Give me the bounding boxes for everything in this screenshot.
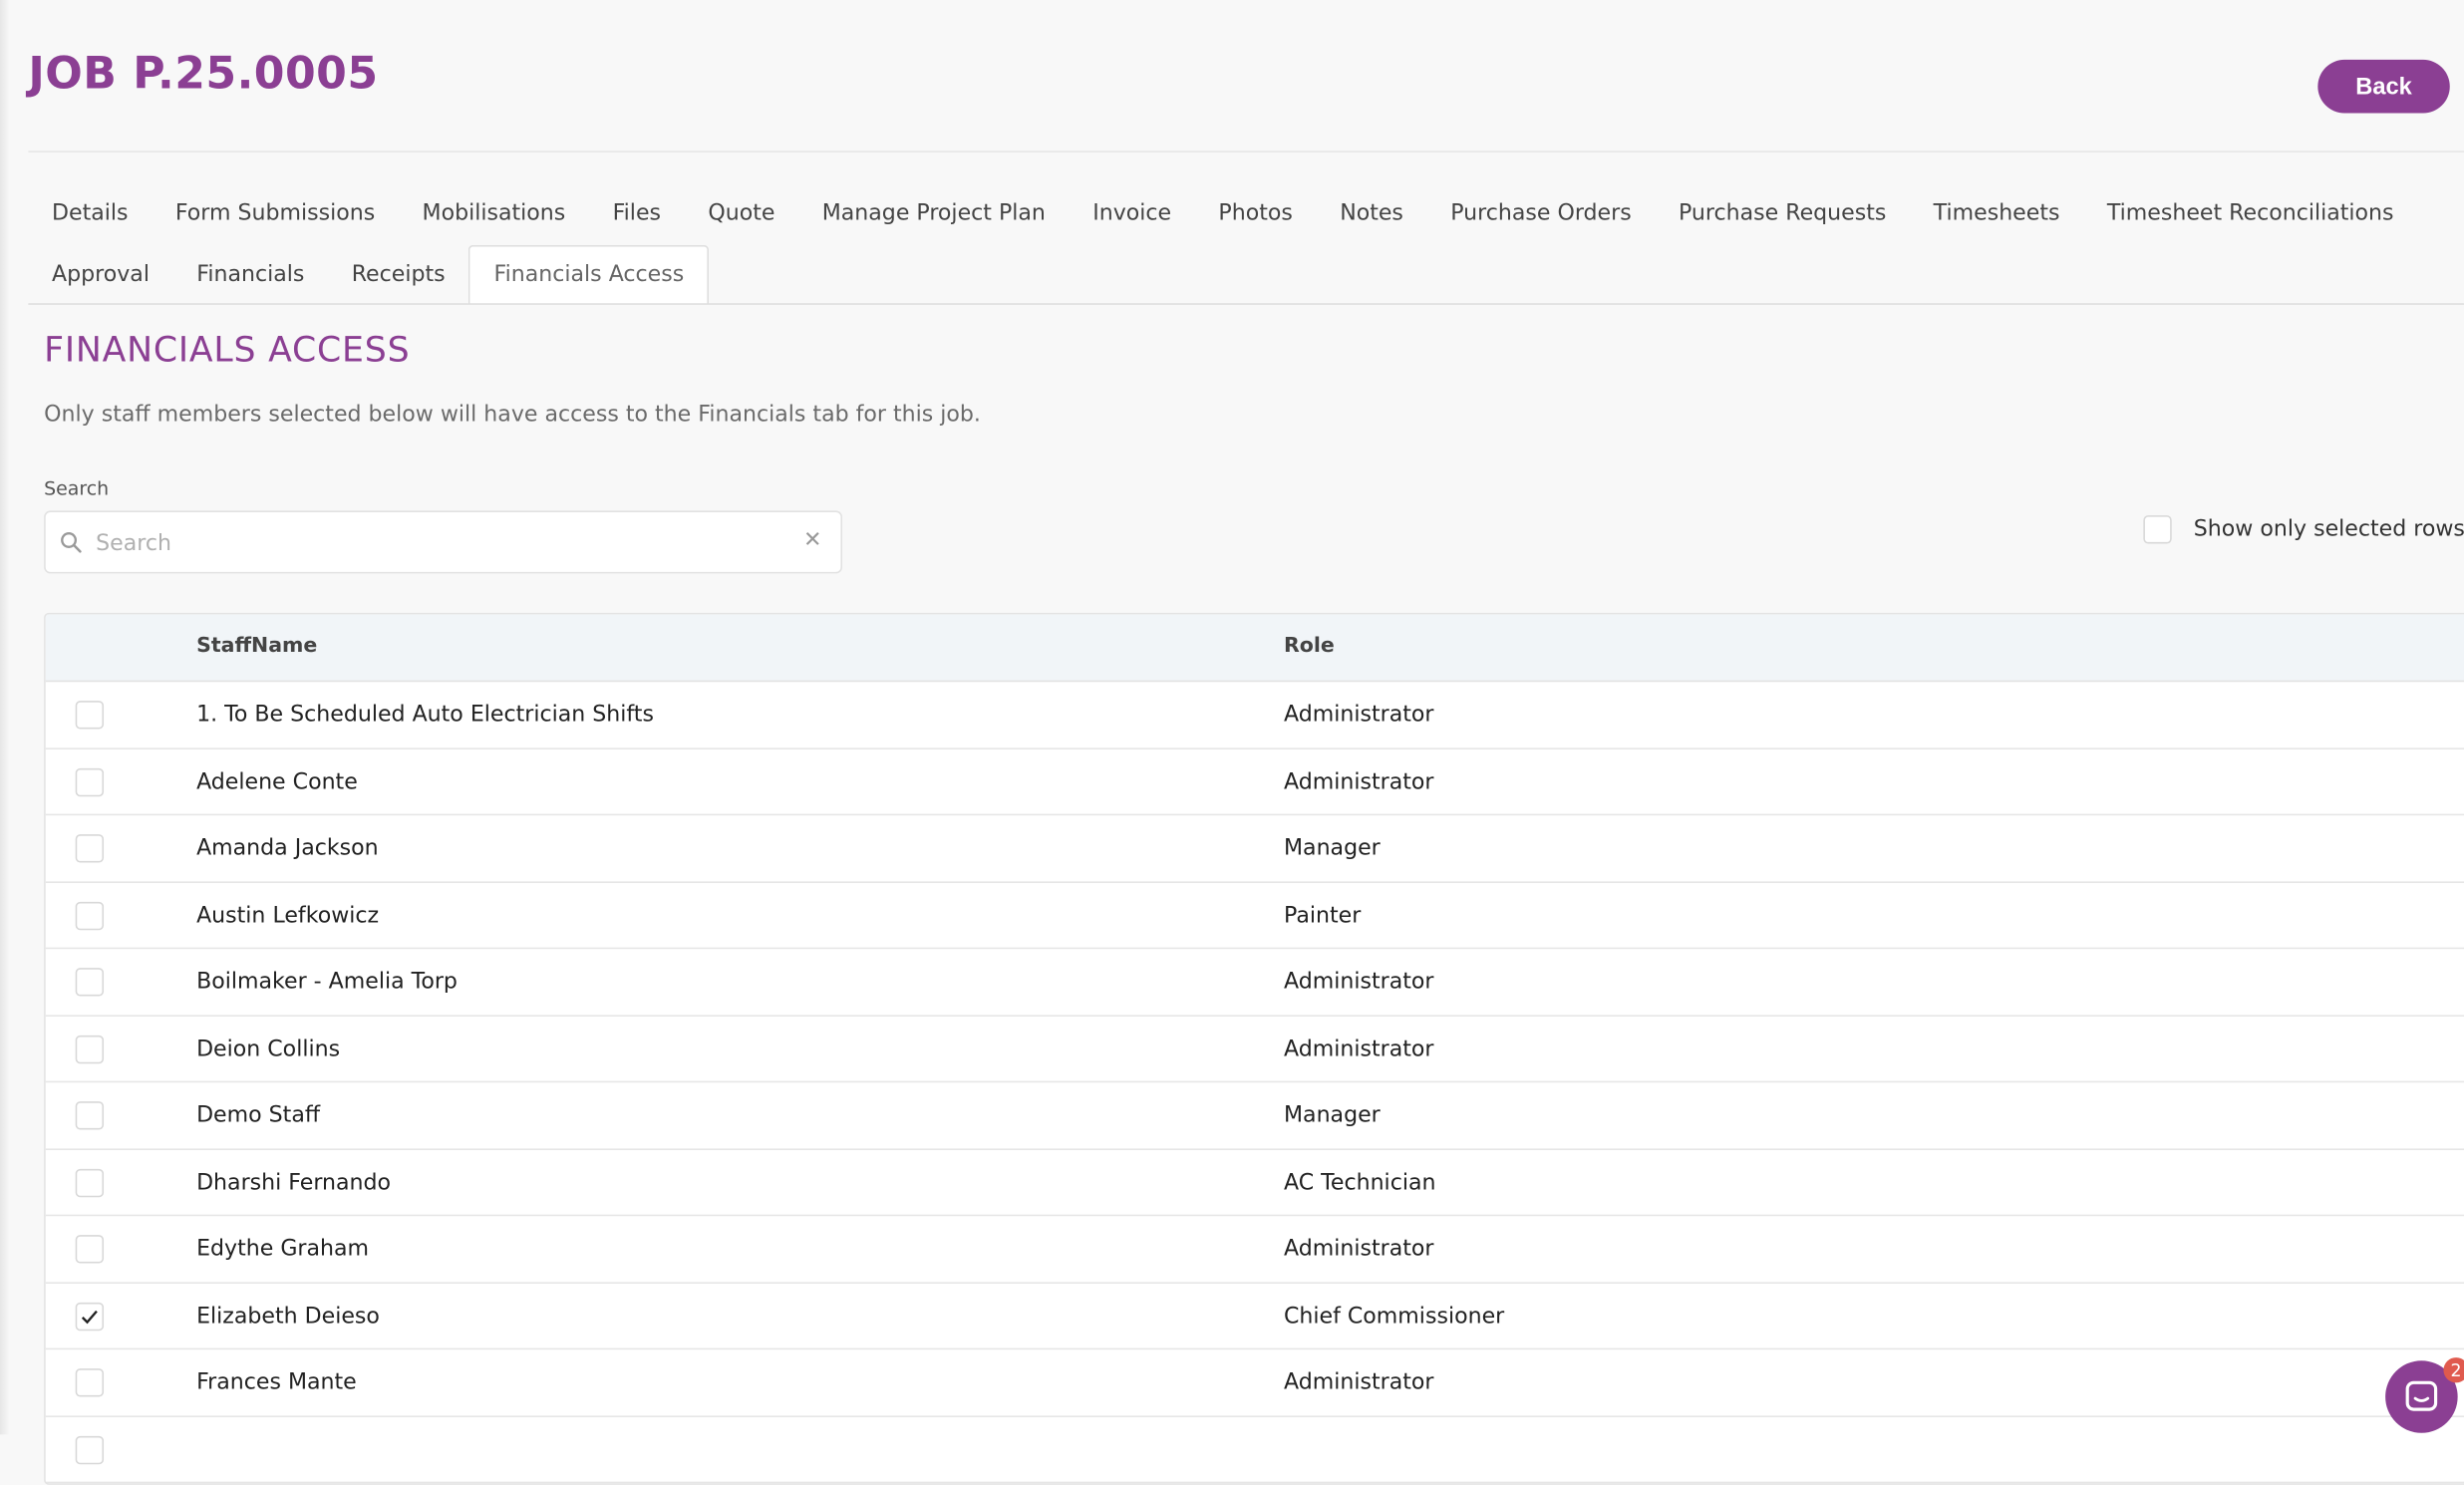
show-selected-toggle[interactable]: Show only selected rows (2) <box>2143 515 2464 544</box>
table-row[interactable]: Dharshi Fernando AC Technician <box>45 1149 2464 1217</box>
back-button[interactable]: Back <box>2317 59 2450 114</box>
role-cell: Manager <box>1284 1102 1381 1128</box>
tab-mobilisations[interactable]: Mobilisations <box>399 183 589 243</box>
left-edge-shadow <box>0 0 10 1435</box>
show-selected-label: Show only selected rows (2) <box>2193 516 2464 542</box>
tab-approval[interactable]: Approval <box>28 245 172 305</box>
table-row[interactable]: Austin Lefkowicz Painter <box>45 882 2464 950</box>
tab-invoice[interactable]: Invoice <box>1070 183 1195 243</box>
table-row[interactable]: Demo Staff Manager <box>45 1082 2464 1150</box>
role-cell: Administrator <box>1284 969 1434 995</box>
tab-quote[interactable]: Quote <box>685 183 798 243</box>
table-row[interactable]: 1. To Be Scheduled Auto Electrician Shif… <box>45 682 2464 749</box>
row-checkbox[interactable] <box>75 1368 105 1397</box>
column-header-staffname[interactable]: StaffName <box>196 635 317 659</box>
table-row[interactable]: Elizabeth Deieso Chief Commissioner <box>45 1283 2464 1350</box>
table-body: 1. To Be Scheduled Auto Electrician Shif… <box>45 682 2464 1484</box>
row-checkbox[interactable] <box>75 834 105 863</box>
role-cell: Manager <box>1284 835 1381 861</box>
table-row[interactable]: Amanda Jackson Manager <box>45 815 2464 883</box>
staff-name-cell: Adelene Conte <box>196 768 358 794</box>
row-checkbox[interactable] <box>75 701 105 730</box>
row-checkbox[interactable] <box>75 901 105 930</box>
staff-name-cell: Dharshi Fernando <box>196 1169 392 1195</box>
row-checkbox[interactable] <box>75 1435 105 1464</box>
tab-purchase-requests[interactable]: Purchase Requests <box>1655 183 1910 243</box>
page: JOB P.25.0005 Back Details Form Submissi… <box>0 0 2464 1485</box>
column-header-role[interactable]: Role <box>1284 635 1335 659</box>
staff-name-cell: Deion Collins <box>196 1036 341 1061</box>
section-description: Only staff members selected below will h… <box>44 402 981 428</box>
tab-purchase-orders[interactable]: Purchase Orders <box>1427 183 1656 243</box>
tab-form-submissions[interactable]: Form Submissions <box>152 183 399 243</box>
staff-name-cell: 1. To Be Scheduled Auto Electrician Shif… <box>196 702 654 728</box>
table-row[interactable]: Boilmaker - Amelia Torp Administrator <box>45 949 2464 1017</box>
role-cell: Administrator <box>1284 702 1434 728</box>
row-checkbox[interactable] <box>75 1101 105 1130</box>
table-row[interactable] <box>45 1416 2464 1484</box>
row-checkbox[interactable] <box>75 1168 105 1197</box>
tab-details[interactable]: Details <box>28 183 152 243</box>
tab-bar-row-1: Details Form Submissions Mobilisations F… <box>28 183 2417 243</box>
tabs-divider <box>28 303 2464 305</box>
staff-name-cell: Edythe Graham <box>196 1236 370 1262</box>
tab-manage-project-plan[interactable]: Manage Project Plan <box>798 183 1069 243</box>
role-cell: Administrator <box>1284 1369 1434 1395</box>
row-checkbox[interactable] <box>75 767 105 796</box>
staff-name-cell: Demo Staff <box>196 1102 321 1128</box>
table-row[interactable]: Adelene Conte Administrator <box>45 748 2464 816</box>
role-cell: Administrator <box>1284 1236 1434 1262</box>
staff-table: StaffName Role 1. To Be Scheduled Auto E… <box>44 612 2464 1485</box>
tab-financials-access[interactable]: Financials Access <box>468 244 710 305</box>
role-cell: AC Technician <box>1284 1169 1436 1195</box>
table-row[interactable]: Frances Mante Administrator <box>45 1349 2464 1417</box>
tab-files[interactable]: Files <box>589 183 685 243</box>
chat-icon <box>2405 1380 2438 1411</box>
staff-name-cell: Austin Lefkowicz <box>196 902 380 928</box>
staff-name-cell: Boilmaker - Amelia Torp <box>196 969 458 995</box>
tab-receipts[interactable]: Receipts <box>328 245 468 305</box>
staff-name-cell: Frances Mante <box>196 1369 357 1395</box>
page-title: JOB P.25.0005 <box>28 47 379 100</box>
show-selected-checkbox[interactable] <box>2143 515 2172 544</box>
close-icon[interactable]: ✕ <box>803 528 821 553</box>
table-row[interactable]: Edythe Graham Administrator <box>45 1216 2464 1284</box>
search-icon <box>61 532 82 553</box>
row-checkbox[interactable] <box>75 968 105 997</box>
notification-badge: 2 <box>2443 1357 2464 1383</box>
role-cell: Painter <box>1284 902 1362 928</box>
check-icon <box>81 1310 98 1324</box>
search-box: ✕ <box>44 510 843 574</box>
staff-name-cell: Amanda Jackson <box>196 835 379 861</box>
tab-bar-row-2: Approval Financials Receipts Financials … <box>28 244 710 305</box>
header-divider <box>28 150 2464 152</box>
table-header: StaffName Role <box>45 614 2464 683</box>
tab-financials[interactable]: Financials <box>173 245 328 305</box>
section-title: FINANCIALS ACCESS <box>44 331 411 372</box>
tab-timesheet-reconciliations[interactable]: Timesheet Reconciliations <box>2083 183 2417 243</box>
row-checkbox[interactable] <box>75 1035 105 1063</box>
search-input[interactable] <box>93 524 790 563</box>
row-checkbox[interactable] <box>75 1235 105 1264</box>
table-row[interactable]: Deion Collins Administrator <box>45 1016 2464 1083</box>
row-checkbox[interactable] <box>75 1302 105 1331</box>
tab-timesheets[interactable]: Timesheets <box>1910 183 2083 243</box>
chat-launcher-button[interactable]: 2 <box>2385 1357 2464 1433</box>
staff-name-cell: Elizabeth Deieso <box>196 1303 380 1329</box>
role-cell: Administrator <box>1284 1036 1434 1061</box>
role-cell: Chief Commissioner <box>1284 1303 1505 1329</box>
tab-photos[interactable]: Photos <box>1195 183 1317 243</box>
search-label: Search <box>44 477 110 500</box>
tab-notes[interactable]: Notes <box>1317 183 1427 243</box>
role-cell: Administrator <box>1284 768 1434 794</box>
